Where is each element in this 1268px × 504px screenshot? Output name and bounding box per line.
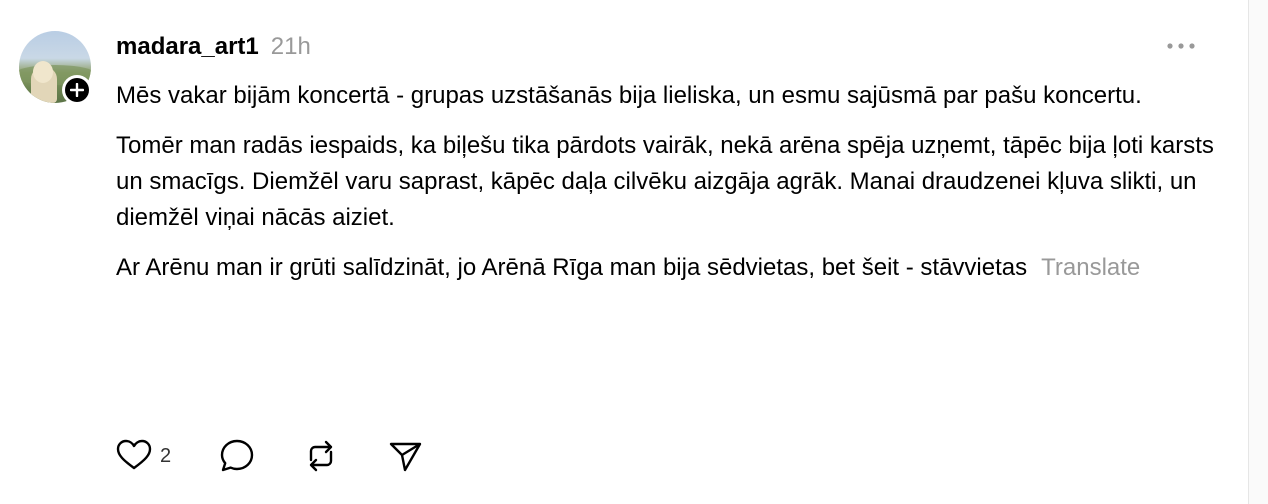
reply-button[interactable]: [194, 436, 280, 476]
repost-button[interactable]: [280, 436, 362, 476]
username[interactable]: madara_art1: [116, 33, 259, 61]
avatar-hair: [33, 61, 53, 83]
like-count: 2: [160, 444, 172, 467]
avatar-container[interactable]: [19, 31, 93, 105]
post-body: Mēs vakar bijām koncertā - grupas uzstāš…: [116, 78, 1226, 300]
more-horizontal-icon: [1167, 43, 1195, 49]
scrollbar-track[interactable]: [1249, 0, 1268, 504]
post-paragraph-3-text: Ar Arēnu man ir grūti salīdzināt, jo Arē…: [116, 254, 1028, 281]
heart-icon: [116, 439, 152, 470]
timestamp[interactable]: 21h: [271, 33, 311, 61]
post-paragraph-3: Ar Arēnu man ir grūti salīdzināt, jo Arē…: [116, 250, 1226, 286]
send-icon: [389, 442, 422, 472]
post-paragraph-2: Tomēr man radās iespaids, ka biļešu tika…: [116, 132, 1214, 231]
follow-button[interactable]: [62, 75, 92, 105]
translate-link[interactable]: Translate: [1041, 254, 1140, 281]
comment-icon: [220, 439, 254, 472]
like-button[interactable]: 2: [114, 436, 194, 476]
action-bar: 2: [114, 436, 448, 476]
post-paragraph-1: Mēs vakar bijām koncertā - grupas uzstāš…: [116, 82, 1142, 109]
plus-icon: [65, 78, 89, 102]
more-options-button[interactable]: [1164, 36, 1198, 56]
repost-icon: [309, 440, 333, 472]
post-header: madara_art1 21h: [116, 30, 311, 64]
share-button[interactable]: [362, 436, 448, 476]
